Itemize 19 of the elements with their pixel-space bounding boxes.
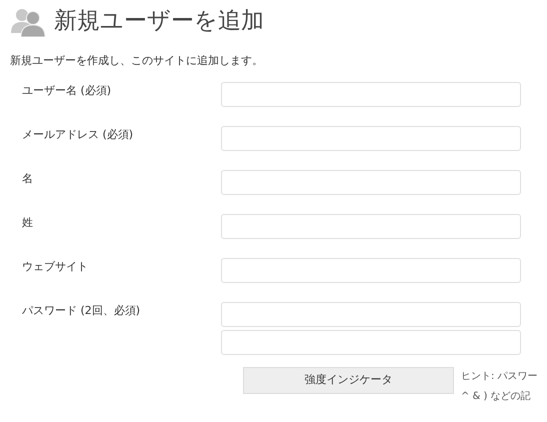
field-label: メールアドレス (必須) [21, 126, 134, 142]
hint-text: ヒント: パスワー [461, 370, 538, 384]
page-title: 新規ユーザーを追加 [54, 7, 264, 36]
input-field[interactable] [221, 82, 521, 106]
field-label: パスワード (2回、必須) [21, 302, 142, 318]
field-label: 姓 [21, 214, 34, 230]
field-label: 名 [21, 170, 34, 186]
input-field[interactable] [221, 330, 521, 354]
input-field[interactable] [221, 258, 521, 282]
description: 新規ユーザーを作成し、このサイトに追加します。 [9, 53, 264, 69]
input-field[interactable] [221, 302, 521, 326]
input-field[interactable] [221, 214, 521, 238]
field-label: ウェブサイト [21, 258, 89, 274]
input-field[interactable] [221, 126, 521, 150]
hint-text: ^ & ) などの記 [461, 390, 532, 404]
strength-indicator: 強度インジケータ [243, 366, 454, 394]
users-icon [10, 6, 46, 36]
input-field[interactable] [221, 170, 521, 194]
field-label: ユーザー名 (必須) [21, 82, 112, 98]
